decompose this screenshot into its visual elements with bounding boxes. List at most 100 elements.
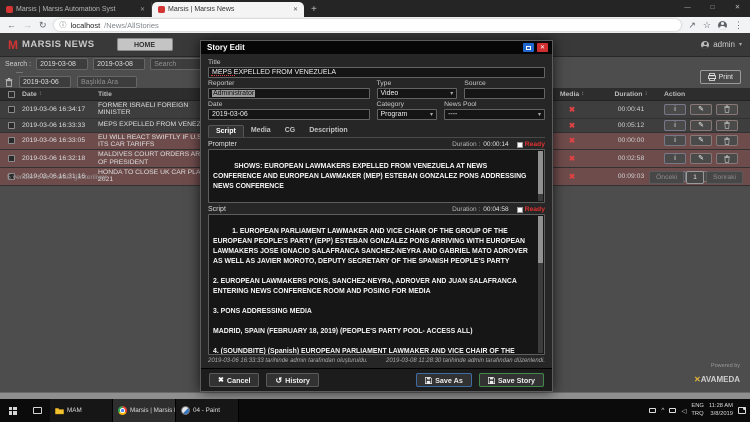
new-tab-button[interactable]: + xyxy=(311,3,317,17)
scrollbar-thumb[interactable] xyxy=(538,151,543,194)
edit-button[interactable]: ✎ xyxy=(690,135,712,146)
tab-media[interactable]: Media xyxy=(244,125,278,137)
window-maximize-icon[interactable]: □ xyxy=(700,0,725,15)
scrollbar-thumb[interactable] xyxy=(538,216,543,263)
print-button[interactable]: Print xyxy=(700,70,741,84)
modal-titlebar[interactable]: Story Edit ✕ xyxy=(201,41,552,54)
share-icon[interactable]: ↗ xyxy=(688,21,696,30)
action-center-icon[interactable] xyxy=(738,407,746,414)
tab-cg[interactable]: CG xyxy=(278,125,303,137)
column-header-date[interactable]: Date↕ xyxy=(22,91,98,98)
prompter-scrollbar[interactable] xyxy=(538,151,543,201)
cancel-button[interactable]: ✖Cancel xyxy=(209,373,259,387)
prompter-ready-checkbox[interactable] xyxy=(517,142,523,148)
edit-button[interactable]: ✎ xyxy=(690,104,712,115)
newspool-select[interactable]: ----▾ xyxy=(444,109,545,120)
modal-close-button[interactable]: ✕ xyxy=(537,43,548,52)
media-missing-icon: ✖ xyxy=(569,105,575,114)
row-checkbox[interactable] xyxy=(8,106,15,113)
pagination-page-button[interactable]: 1 xyxy=(686,171,704,184)
clock[interactable]: 11:28 AM3/8/2019 xyxy=(709,403,733,417)
windows-taskbar: MAM Marsis | Marsis Ne... 04 - Paint ^ ◁… xyxy=(0,399,750,422)
network-icon[interactable] xyxy=(669,408,676,413)
tab-script[interactable]: Script xyxy=(208,125,244,137)
script-duration-value: 00:04:58 xyxy=(483,206,508,213)
back-icon[interactable]: ← xyxy=(7,21,16,30)
bulk-delete-trash-icon[interactable] xyxy=(5,78,13,87)
created-status: 2019-03-06 16:33:33 tarihinde admin tara… xyxy=(208,358,368,364)
url-path: /News/AllStories xyxy=(104,21,159,30)
browser-menu-icon[interactable]: ⋮ xyxy=(734,21,743,30)
user-icon xyxy=(701,41,709,49)
start-button[interactable] xyxy=(0,399,25,422)
info-button[interactable]: i xyxy=(664,120,686,131)
date-filter-input[interactable]: 2019-03-06 xyxy=(19,76,71,88)
reload-icon[interactable]: ↻ xyxy=(39,21,47,30)
tray-chevron-icon[interactable]: ^ xyxy=(661,407,664,414)
horizontal-scrollbar[interactable] xyxy=(0,392,750,399)
select-all-checkbox[interactable] xyxy=(8,91,15,98)
modal-maximize-button[interactable] xyxy=(523,43,534,52)
edit-button[interactable]: ✎ xyxy=(690,153,712,164)
pagination-prev-button[interactable]: Önceki xyxy=(649,171,684,184)
row-checkbox[interactable] xyxy=(8,155,15,162)
prompter-textarea[interactable]: SHOWS: EUROPEAN LAWMAKERS EXPELLED FROM … xyxy=(208,149,545,203)
browser-tab-automation[interactable]: Marsis | Marsis Automation Syst ✕ xyxy=(0,2,152,17)
row-checkbox[interactable] xyxy=(8,137,15,144)
taskbar-item-explorer[interactable]: MAM xyxy=(50,399,113,422)
browser-tabstrip: Marsis | Marsis Automation Syst ✕ Marsis… xyxy=(0,0,750,17)
delete-button[interactable] xyxy=(716,135,738,146)
script-ready-checkbox[interactable] xyxy=(517,207,523,213)
address-bar[interactable]: ⓘ localhost /News/AllStories xyxy=(54,19,682,31)
column-header-action: Action xyxy=(662,91,750,98)
save-story-button[interactable]: Save Story xyxy=(479,373,544,387)
edit-button[interactable]: ✎ xyxy=(690,120,712,131)
browser-profile-avatar[interactable] xyxy=(718,21,727,30)
browser-tab-news[interactable]: Marsis | Marsis News ✕ xyxy=(152,2,304,17)
script-scrollbar[interactable] xyxy=(538,216,543,353)
source-input[interactable] xyxy=(464,88,545,99)
info-button[interactable]: i xyxy=(664,104,686,115)
history-button[interactable]: ↺History xyxy=(266,373,318,387)
speaker-icon[interactable]: ◁ xyxy=(681,407,686,415)
window-close-icon[interactable]: ✕ xyxy=(725,0,750,15)
tab-description[interactable]: Description xyxy=(302,125,355,137)
info-button[interactable]: i xyxy=(664,153,686,164)
info-button[interactable]: i xyxy=(664,135,686,146)
collapse-dash-icon[interactable]: — xyxy=(16,71,23,75)
date-from-input[interactable]: 2019-03-08 xyxy=(36,58,88,70)
column-header-duration[interactable]: Duration↕ xyxy=(600,91,662,98)
forward-icon[interactable]: → xyxy=(23,21,32,30)
row-duration: 00:00:41 xyxy=(600,106,662,113)
language-indicator[interactable]: ENGTRQ xyxy=(691,403,704,417)
delete-button[interactable] xyxy=(716,120,738,131)
tab-close-icon[interactable]: ✕ xyxy=(140,6,145,13)
pagination-next-button[interactable]: Sonraki xyxy=(706,171,743,184)
usb-device-icon[interactable] xyxy=(649,408,656,413)
script-textarea[interactable]: 1. EUROPEAN PARLIAMENT LAWMAKER AND VICE… xyxy=(208,214,545,355)
date-to-input[interactable]: 2019-03-08 xyxy=(93,58,145,70)
home-button[interactable]: HOME xyxy=(117,38,173,51)
tab-title: Marsis | Marsis News xyxy=(168,6,290,13)
category-select[interactable]: Program▾ xyxy=(377,109,438,120)
bookmark-star-icon[interactable]: ☆ xyxy=(703,21,711,30)
delete-button[interactable] xyxy=(716,153,738,164)
title-filter-input[interactable]: Başlıkla Ara xyxy=(77,76,137,88)
taskbar-item-paint[interactable]: 04 - Paint xyxy=(176,399,239,422)
save-as-button[interactable]: Save As xyxy=(416,373,472,387)
window-minimize-icon[interactable]: — xyxy=(675,0,700,15)
task-view-button[interactable] xyxy=(25,399,50,422)
prompter-ready-label: Ready xyxy=(525,141,545,148)
type-select[interactable]: Video▾ xyxy=(377,88,458,99)
search-label: Search : xyxy=(5,61,31,68)
taskbar-item-chrome[interactable]: Marsis | Marsis Ne... xyxy=(113,399,176,422)
site-info-icon[interactable]: ⓘ xyxy=(60,20,67,30)
date-input[interactable]: 2019-03-06 xyxy=(208,109,370,120)
delete-button[interactable] xyxy=(716,104,738,115)
tab-close-icon[interactable]: ✕ xyxy=(293,6,298,13)
row-checkbox[interactable] xyxy=(8,122,15,129)
story-title-input[interactable]: MEPS EXPELLED FROM VENEZUELA xyxy=(208,67,545,78)
user-menu[interactable]: admin ▾ xyxy=(701,40,742,49)
reporter-input[interactable]: Administrator xyxy=(208,88,370,99)
chevron-down-icon: ▾ xyxy=(430,111,433,118)
